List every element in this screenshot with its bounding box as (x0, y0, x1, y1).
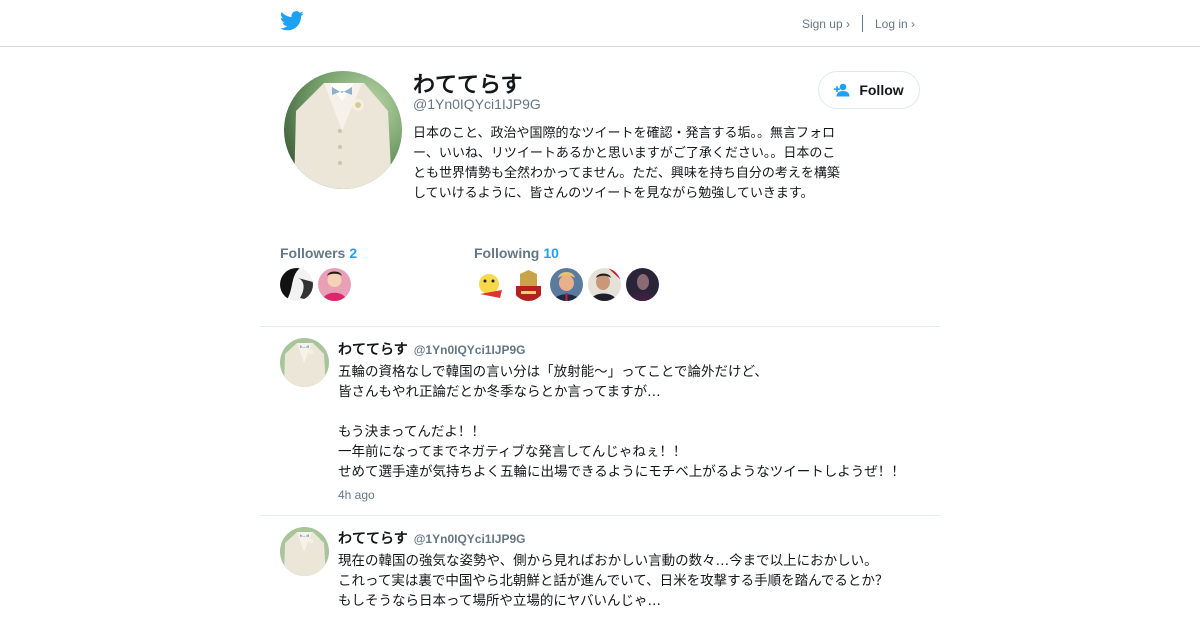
tweet-author-name[interactable]: わててらす (338, 528, 408, 548)
tweet-timestamp[interactable]: 4h ago (338, 488, 375, 502)
add-user-icon (834, 83, 850, 97)
tweet-author-handle[interactable]: @1Yn0IQYci1IJP9G (414, 532, 526, 546)
tweet-text: 五輪の資格なしで韓国の言い分は「放射能〜」ってことで論外だけど、 皆さんもやれ正… (338, 364, 905, 480)
following-stat[interactable]: Following 10 (474, 245, 559, 261)
followers-stat[interactable]: Followers 2 (280, 245, 357, 261)
following-count: 10 (543, 245, 559, 261)
profile-card: わててらす @1Yn0IQYci1IJP9G 日本のこと、政治や国際的なツイート… (260, 47, 940, 327)
tweet-item[interactable]: わててらす @1Yn0IQYci1IJP9G 五輪の資格なしで韓国の言い分は「放… (260, 327, 940, 516)
following-avatar[interactable] (474, 268, 507, 301)
nav-divider (861, 15, 863, 32)
following-avatar[interactable] (626, 268, 659, 301)
follower-avatar[interactable] (280, 268, 313, 301)
follow-button[interactable]: Follow (818, 71, 920, 109)
follower-avatar[interactable] (318, 268, 351, 301)
sign-up-link[interactable]: Sign up › (802, 17, 850, 31)
tweet-header: わててらす @1Yn0IQYci1IJP9G (338, 528, 526, 548)
followers-count: 2 (349, 245, 358, 261)
tweet-author-name[interactable]: わててらす (338, 339, 408, 359)
profile-name: わててらす (413, 73, 523, 98)
top-bar: Sign up › Log in › (0, 0, 1200, 47)
following-label: Following (474, 245, 540, 261)
profile-handle: @1Yn0IQYci1IJP9G (413, 96, 541, 112)
profile-bio: 日本のこと、政治や国際的なツイートを確認・発言する垢。。無言フォロー、いいね、リ… (413, 126, 840, 201)
followers-avatars (280, 268, 356, 301)
auth-nav: Sign up › Log in › (802, 15, 915, 32)
following-avatar[interactable] (512, 268, 545, 301)
profile-avatar[interactable] (284, 71, 402, 189)
tweet-author-handle[interactable]: @1Yn0IQYci1IJP9G (414, 343, 526, 357)
following-avatar[interactable] (588, 268, 621, 301)
following-avatar[interactable] (550, 268, 583, 301)
following-avatars (474, 268, 664, 301)
tweet-text: 現在の韓国の強気な姿勢や、側から見ればおかしい言動の数々…今まで以上におかしい。… (338, 553, 889, 609)
tweet-header: わててらす @1Yn0IQYci1IJP9G (338, 339, 526, 359)
tweet-avatar[interactable] (280, 338, 329, 387)
tweet-avatar[interactable] (280, 527, 329, 576)
log-in-link[interactable]: Log in › (875, 17, 915, 31)
follow-label: Follow (859, 82, 904, 98)
twitter-bird-icon[interactable] (280, 11, 304, 31)
tweet-item[interactable]: わててらす @1Yn0IQYci1IJP9G 現在の韓国の強気な姿勢や、側から見… (260, 516, 940, 630)
followers-label: Followers (280, 245, 346, 261)
